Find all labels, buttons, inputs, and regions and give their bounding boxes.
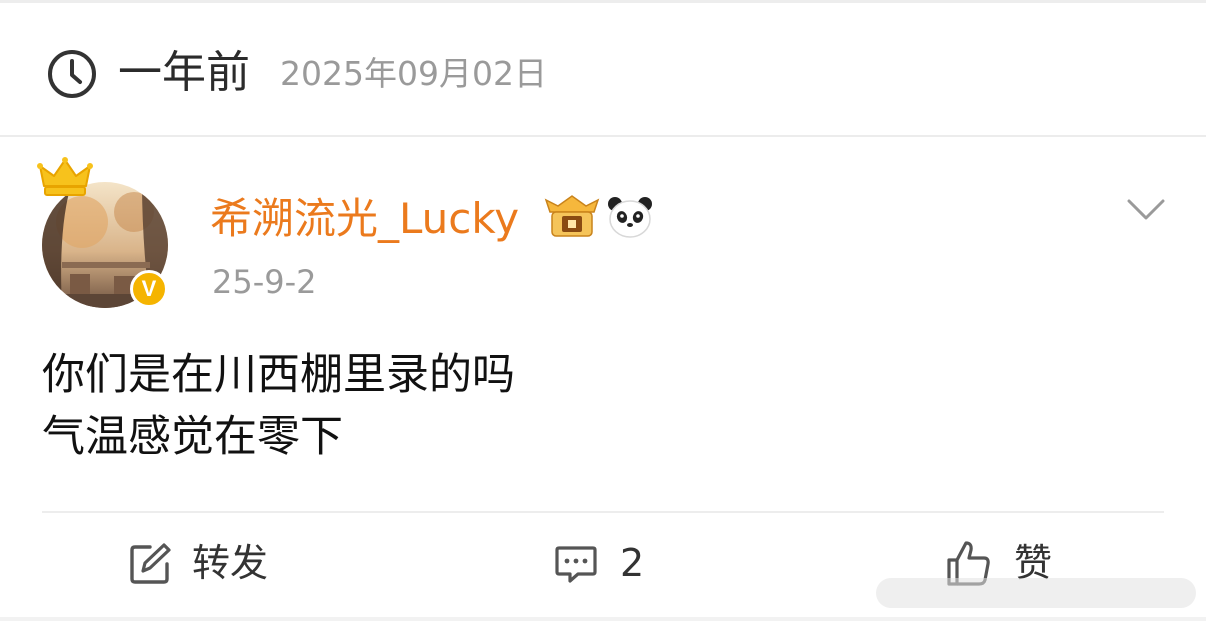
repost-icon [130, 543, 171, 584]
post-line: 你们是在川西棚里录的吗 [42, 350, 515, 400]
comment-count: 2 [620, 541, 645, 585]
repost-button[interactable]: 转发 [128, 536, 328, 592]
crown-icon [37, 157, 93, 196]
bottom-divider [0, 617, 1206, 621]
header-divider [0, 135, 1206, 137]
memory-title: 一年前 [118, 47, 250, 98]
username[interactable]: 希溯流光_Lucky [210, 192, 519, 246]
post-time: 25-9-2 [212, 263, 317, 301]
post-body: 你们是在川西棚里录的吗 气温感觉在零下 [42, 344, 1142, 468]
repost-label: 转发 [192, 541, 269, 585]
post-line: 气温感觉在零下 [42, 412, 343, 462]
memory-date: 2025年09月02日 [280, 54, 547, 93]
floating-overlay [876, 578, 1196, 608]
weibo-post-page: 一年前 2025年09月02日 V 希溯流光_Lucky 25-9-2 你们是在… [0, 0, 1206, 621]
memory-header: 一年前 2025年09月02日 [0, 3, 1206, 135]
svip-icon [544, 195, 600, 237]
verified-badge: V [130, 270, 168, 308]
chevron-down-icon[interactable] [1126, 194, 1166, 226]
actions-divider [42, 511, 1164, 513]
comment-button[interactable]: 2 [554, 536, 714, 592]
clock-icon [48, 50, 96, 98]
avatar-container[interactable]: V [36, 156, 176, 308]
panda-icon [608, 197, 652, 238]
comment-icon [555, 546, 597, 583]
